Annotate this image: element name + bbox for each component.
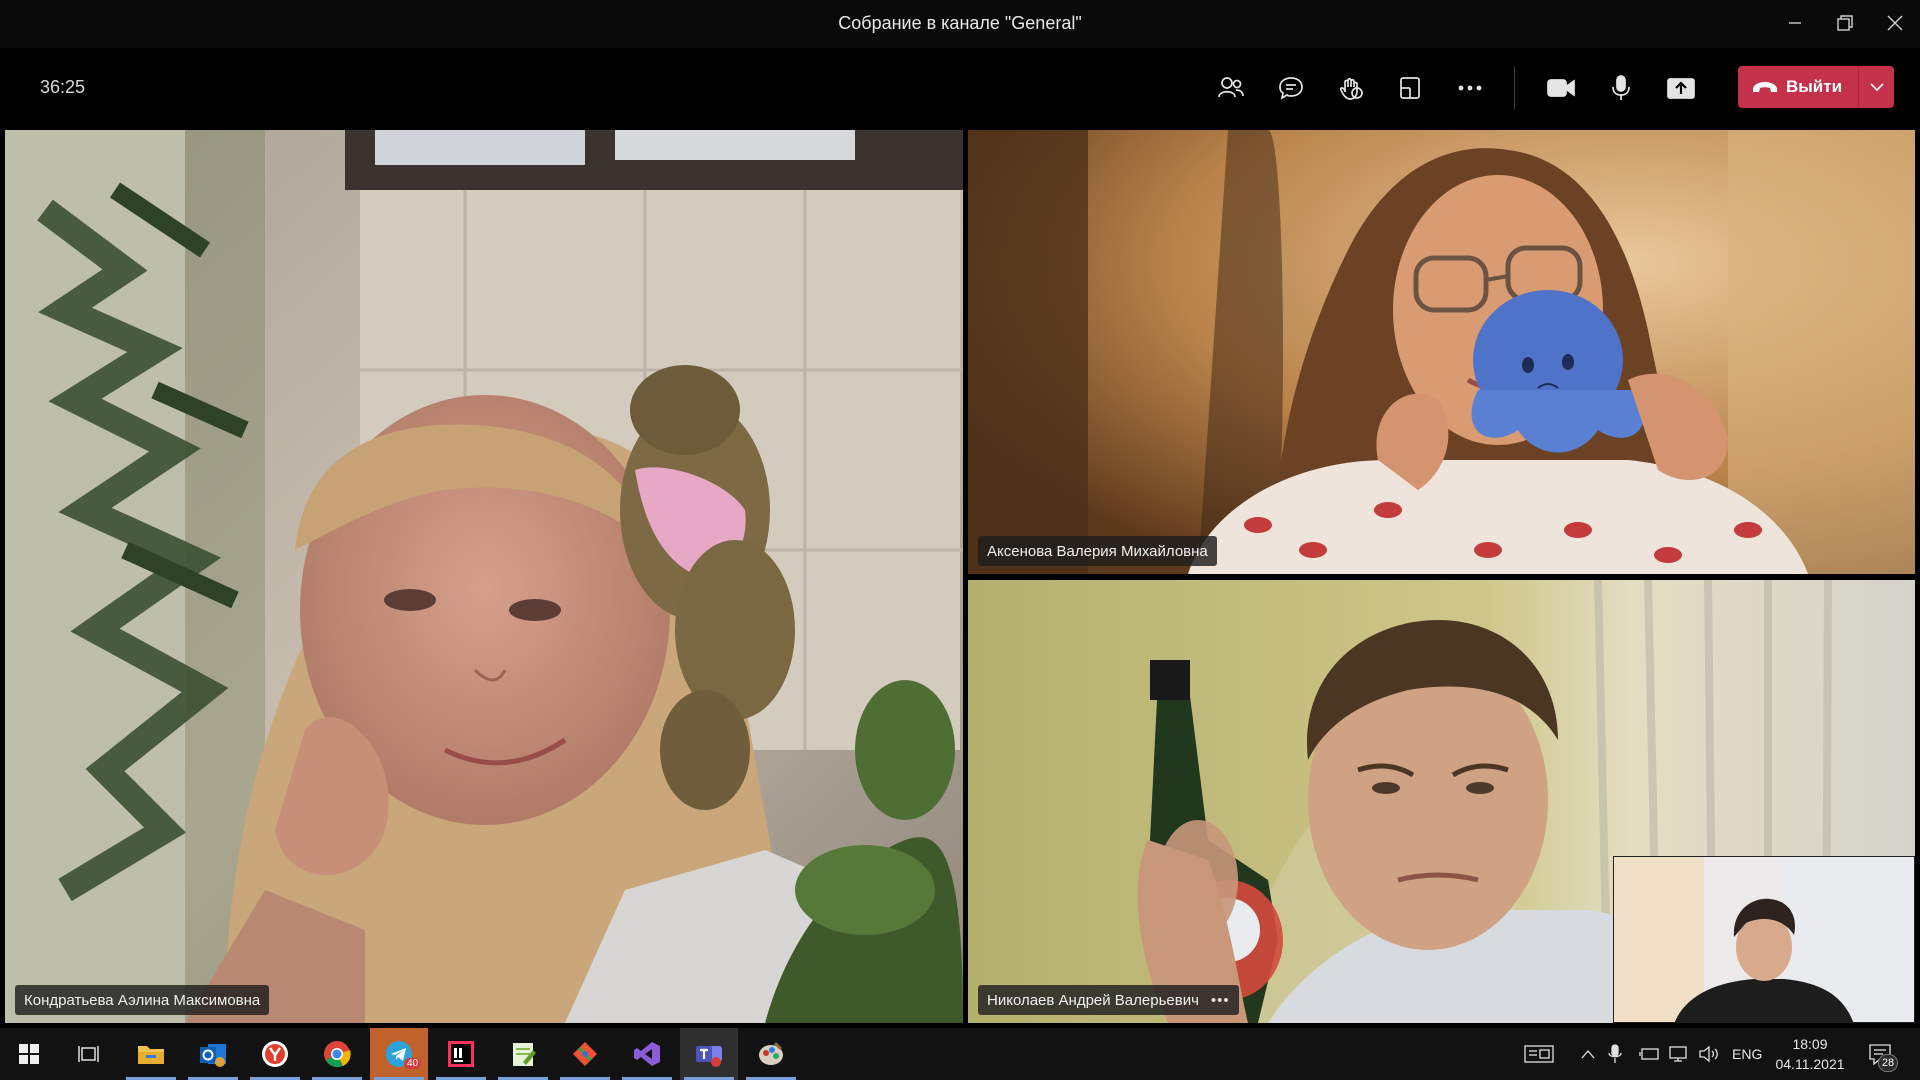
participant-name-tag: Кондратьева Аэлина Максимовна <box>15 985 270 1015</box>
breakout-rooms-button[interactable] <box>1390 68 1430 108</box>
participant-more-button[interactable]: ••• <box>1211 992 1230 1009</box>
minimize-button[interactable] <box>1781 10 1809 36</box>
taskbar-telegram[interactable]: 40 <box>370 1028 428 1080</box>
clock-time: 18:09 <box>1792 1036 1828 1052</box>
taskbar-teams[interactable] <box>680 1028 738 1080</box>
input-language: ENG <box>1732 1046 1763 1062</box>
participant-name: Николаев Андрей Валерьевич <box>987 991 1199 1009</box>
participant-video-feed <box>5 130 963 1023</box>
file-explorer-icon <box>138 1046 164 1064</box>
show-chat-button[interactable] <box>1271 68 1311 108</box>
tray-network[interactable] <box>1668 1028 1690 1080</box>
tray-volume[interactable] <box>1698 1028 1720 1080</box>
share-icon <box>1667 78 1695 99</box>
taskbar-misc-app[interactable] <box>742 1028 800 1080</box>
self-view[interactable] <box>1613 856 1915 1023</box>
leave-button[interactable]: Выйти <box>1738 66 1894 108</box>
tray-news-button[interactable] <box>1524 1028 1554 1080</box>
rooms-icon <box>1400 77 1420 99</box>
taskbar-clock[interactable]: 18:09 04.11.2021 <box>1768 1034 1852 1074</box>
tray-show-hidden-button[interactable] <box>1580 1028 1596 1080</box>
meeting-toolbar: 36:25 Выйти <box>0 48 1920 128</box>
tray-microphone[interactable] <box>1608 1028 1622 1080</box>
window-titlebar: Собрание в канале "General" <box>0 0 1920 48</box>
camera-icon <box>1547 79 1575 97</box>
taskbar-chrome[interactable] <box>308 1028 366 1080</box>
visual-studio-icon <box>634 1042 660 1066</box>
participant-name: Кондратьева Аэлина Максимовна <box>24 991 261 1009</box>
telegram-unread-badge: 40 <box>404 1058 422 1069</box>
windows-start-icon <box>19 1044 39 1064</box>
teams-icon <box>696 1046 722 1067</box>
git-icon <box>573 1042 597 1066</box>
share-screen-button[interactable] <box>1661 68 1701 108</box>
hang-up-icon <box>1753 82 1777 92</box>
taskbar-notepad-plus[interactable] <box>494 1028 552 1080</box>
self-video-feed <box>1614 857 1914 1022</box>
more-icon <box>1458 85 1482 91</box>
participants-icon <box>1218 77 1244 98</box>
chrome-icon <box>324 1041 351 1068</box>
close-button[interactable] <box>1881 10 1909 36</box>
start-button[interactable] <box>0 1028 58 1080</box>
taskbar-yandex-browser[interactable] <box>246 1028 304 1080</box>
leave-label: Выйти <box>1786 77 1843 96</box>
network-icon <box>1669 1046 1687 1062</box>
outlook-icon <box>200 1044 226 1067</box>
battery-icon <box>1639 1048 1659 1060</box>
video-tile-participant-1[interactable]: Кондратьева Аэлина Максимовна <box>5 130 963 1023</box>
misc-app-icon <box>759 1041 783 1065</box>
task-view-button[interactable] <box>60 1028 118 1080</box>
meeting-timer: 36:25 <box>40 77 86 97</box>
participant-name-tag: Аксенова Валерия Михайловна <box>978 536 1217 566</box>
chat-icon <box>1279 77 1303 100</box>
leave-main[interactable]: Выйти <box>1738 66 1858 108</box>
tray-battery[interactable] <box>1638 1028 1660 1080</box>
close-icon <box>1887 15 1903 31</box>
camera-button[interactable] <box>1541 68 1581 108</box>
taskbar-git[interactable] <box>556 1028 614 1080</box>
video-tile-participant-2[interactable]: Аксенова Валерия Михайловна <box>968 130 1915 574</box>
task-view-icon <box>78 1046 99 1062</box>
taskbar-visual-studio[interactable] <box>618 1028 676 1080</box>
taskbar-outlook[interactable] <box>184 1028 242 1080</box>
restore-button[interactable] <box>1831 10 1859 36</box>
microphone-in-use-icon <box>1608 1044 1622 1063</box>
window-title: Собрание в канале "General" <box>838 13 1082 33</box>
raise-hand-icon <box>1339 77 1363 100</box>
taskbar-intellij[interactable] <box>432 1028 490 1080</box>
restore-icon <box>1837 15 1853 31</box>
microphone-icon <box>1612 75 1630 100</box>
more-actions-button[interactable] <box>1450 68 1490 108</box>
reactions-button[interactable] <box>1331 68 1371 108</box>
news-icon <box>1524 1045 1554 1063</box>
intellij-icon <box>448 1041 474 1067</box>
participant-video-feed <box>968 130 1915 574</box>
participant-name: Аксенова Валерия Михайловна <box>987 542 1208 560</box>
video-tile-participant-3[interactable]: Николаев Андрей Валерьевич ••• <box>968 580 1915 1023</box>
chevron-down-icon <box>1869 83 1884 92</box>
windows-taskbar: 40 ENG 18:09 04.11.2021 28 <box>0 1028 1920 1080</box>
participant-name-tag: Николаев Андрей Валерьевич ••• <box>978 985 1239 1015</box>
notification-count-badge: 28 <box>1878 1054 1898 1072</box>
show-participants-button[interactable] <box>1211 68 1251 108</box>
leave-options-button[interactable] <box>1859 66 1894 108</box>
microphone-button[interactable] <box>1601 68 1641 108</box>
minimize-icon <box>1789 22 1801 24</box>
toolbar-divider <box>1514 66 1515 110</box>
notepad-plus-icon <box>513 1043 536 1066</box>
yandex-browser-icon <box>262 1041 288 1067</box>
taskbar-file-explorer[interactable] <box>122 1028 180 1080</box>
clock-date: 04.11.2021 <box>1775 1056 1845 1072</box>
chevron-up-icon <box>1581 1050 1595 1059</box>
tray-language-button[interactable]: ENG <box>1732 1028 1762 1080</box>
volume-icon <box>1699 1045 1718 1063</box>
